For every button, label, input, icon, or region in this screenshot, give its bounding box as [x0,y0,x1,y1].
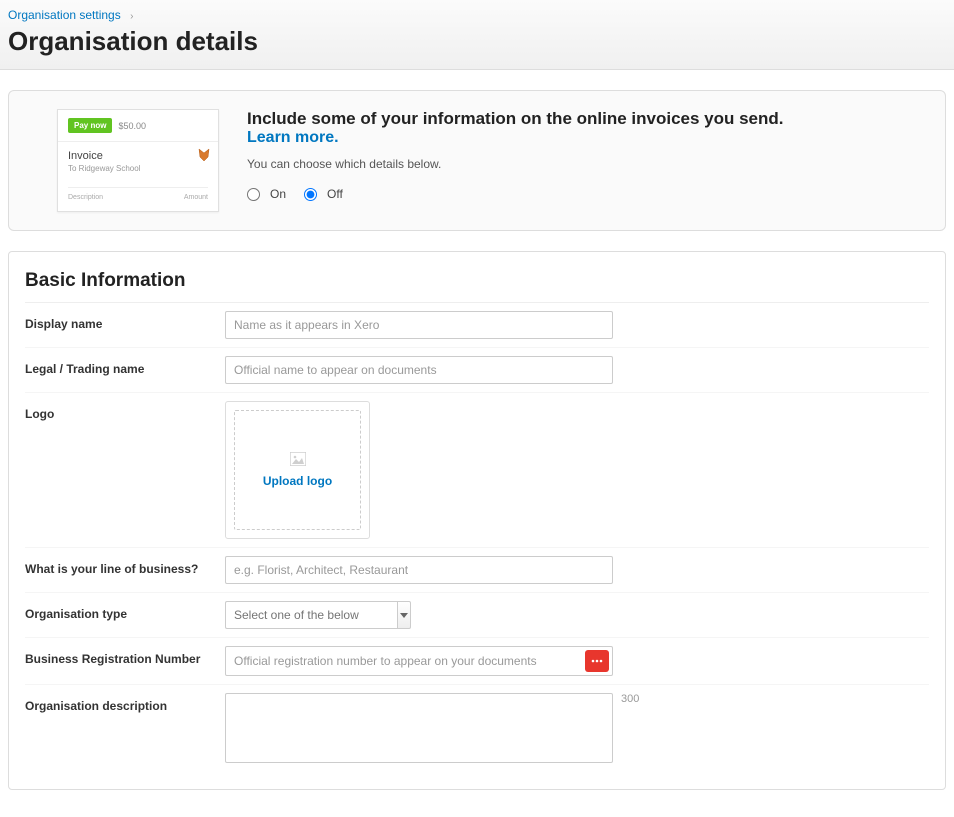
logo-label: Logo [25,401,225,421]
paynow-badge: Pay now [68,118,112,133]
radio-on[interactable] [247,188,260,201]
row-brn: Business Registration Number [25,638,929,685]
display-name-input[interactable] [225,311,613,339]
logo-upload-box[interactable]: Upload logo [225,401,370,539]
col-amount: Amount [184,194,208,201]
invoice-amount: $50.00 [118,121,146,131]
learn-more-link[interactable]: Learn more. [247,129,339,147]
brn-input[interactable] [226,647,585,675]
invoice-preview-body: Invoice To Ridgeway School [58,142,218,177]
radio-off[interactable] [304,188,317,201]
logo-upload-inner: Upload logo [234,410,361,530]
chevron-right-icon: › [130,11,133,22]
radio-on-label: On [270,187,286,201]
invoice-preview: Pay now $50.00 Invoice To Ridgeway Schoo… [57,109,219,212]
image-icon [290,452,306,466]
invoice-columns: Description Amount [58,188,218,211]
legal-name-label: Legal / Trading name [25,356,225,376]
row-display-name: Display name [25,303,929,348]
description-textarea[interactable] [225,693,613,763]
section-title: Basic Information [25,270,929,303]
page-title: Organisation details [8,26,946,57]
info-text: Include some of your information on the … [247,109,927,212]
brn-label: Business Registration Number [25,646,225,666]
display-name-label: Display name [25,311,225,331]
breadcrumb: Organisation settings › [8,8,946,22]
description-label: Organisation description [25,693,225,713]
invoice-preview-header: Pay now $50.00 [58,110,218,142]
brn-input-group [225,646,613,676]
invoice-to: To Ridgeway School [68,164,208,173]
organisation-type-label: Organisation type [25,601,225,621]
info-heading: Include some of your information on the … [247,109,927,129]
breadcrumb-parent-link[interactable]: Organisation settings [8,8,121,22]
page-header: Organisation settings › Organisation det… [0,0,954,70]
row-legal-name: Legal / Trading name [25,348,929,393]
basic-information-section: Basic Information Display name Legal / T… [8,251,946,790]
ellipsis-icon [590,654,604,668]
info-description: You can choose which details below. [247,157,927,171]
toggle-radio-group: On Off [247,187,927,201]
legal-name-input[interactable] [225,356,613,384]
fox-icon [198,148,210,162]
row-line-of-business: What is your line of business? [25,548,929,593]
line-of-business-label: What is your line of business? [25,556,225,576]
organisation-type-display[interactable] [225,601,397,629]
invoice-title: Invoice [68,150,208,162]
col-description: Description [68,194,103,201]
upload-logo-text: Upload logo [263,474,332,488]
row-organisation-type: Organisation type [25,593,929,638]
line-of-business-input[interactable] [225,556,613,584]
online-invoice-info-card: Pay now $50.00 Invoice To Ridgeway Schoo… [8,90,946,231]
row-logo: Logo Upload logo [25,393,929,548]
char-count: 300 [621,693,639,705]
row-description: Organisation description 300 [25,685,929,771]
radio-off-label: Off [327,187,343,201]
brn-lookup-button[interactable] [585,650,609,672]
caret-down-icon [400,613,408,618]
organisation-type-select[interactable] [225,601,411,629]
dropdown-button[interactable] [397,601,411,629]
